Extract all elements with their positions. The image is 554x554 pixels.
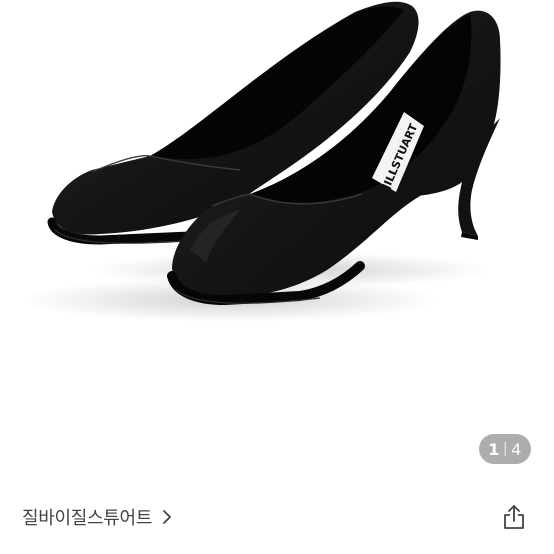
image-counter-badge: 1 | 4 xyxy=(479,434,531,464)
chevron-right-icon xyxy=(162,509,172,525)
share-button[interactable] xyxy=(500,502,528,532)
store-name: 질바이질스튜어트 xyxy=(22,508,153,529)
product-image-gallery[interactable]: JILLSTUART 1 | 4 xyxy=(0,0,554,485)
image-counter-total: 4 xyxy=(511,439,522,459)
store-link[interactable]: 질바이질스튜어트 xyxy=(22,504,172,530)
share-icon xyxy=(502,504,526,530)
store-info-bar: 질바이질스튜어트 xyxy=(0,485,554,554)
product-image: JILLSTUART xyxy=(20,1,501,322)
image-counter-separator: | xyxy=(502,441,509,457)
image-counter-current: 1 xyxy=(488,439,500,459)
